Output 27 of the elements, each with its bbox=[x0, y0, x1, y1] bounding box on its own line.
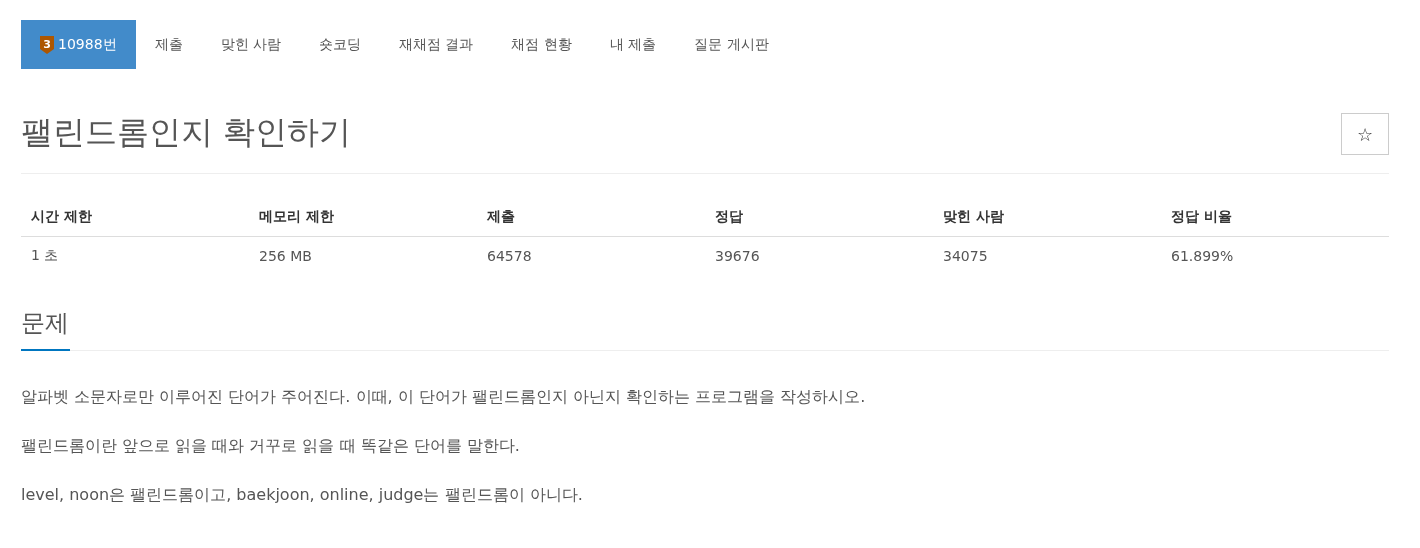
table-cell: 39676 bbox=[705, 236, 933, 275]
table-cell: 1 초 bbox=[21, 236, 249, 275]
tab[interactable]: 재채점 결과 bbox=[380, 20, 493, 69]
column-header: 메모리 제한 bbox=[249, 196, 477, 237]
column-header: 맞힌 사람 bbox=[933, 196, 1161, 237]
tab[interactable]: 3 10988번 bbox=[21, 20, 136, 69]
tab[interactable]: 내 제출 bbox=[590, 20, 676, 69]
star-button[interactable]: ☆ bbox=[1341, 113, 1389, 155]
column-header: 정답 비율 bbox=[1161, 196, 1389, 237]
table-cell: 256 MB bbox=[249, 236, 477, 275]
problem-title: 팰린드롬인지 확인하기 bbox=[21, 112, 352, 153]
tier-badge-icon: 3 bbox=[40, 35, 54, 54]
table-cell: 64578 bbox=[477, 236, 705, 275]
column-header: 정답 bbox=[705, 196, 933, 237]
paragraph: 팰린드롬이란 앞으로 읽을 때와 거꾸로 읽을 때 똑같은 단어를 말한다. bbox=[21, 435, 521, 457]
paragraph: level, noon은 팰린드롬이고, baekjoon, online, judge는 팰린드롬이 아니다. bbox=[21, 484, 584, 506]
column-header: 제출 bbox=[477, 196, 705, 237]
tab[interactable]: 숏코딩 bbox=[300, 20, 380, 69]
column-header: 시간 제한 bbox=[21, 196, 249, 237]
paragraph: 알파벳 소문자로만 이루어진 단어가 주어진다. 이때, 이 단어가 팰린드롬인지 아닌지 확인하는 프로그램을 작성하시오. bbox=[21, 386, 867, 408]
tab[interactable]: 질문 게시판 bbox=[675, 20, 788, 69]
table-cell: 61.899% bbox=[1161, 236, 1389, 275]
tab[interactable]: 채점 현황 bbox=[492, 20, 591, 69]
tab[interactable]: 제출 bbox=[135, 20, 202, 69]
section-heading: 문제 bbox=[21, 299, 70, 351]
table-cell: 34075 bbox=[933, 236, 1161, 275]
tab[interactable]: 맞힌 사람 bbox=[201, 20, 300, 69]
